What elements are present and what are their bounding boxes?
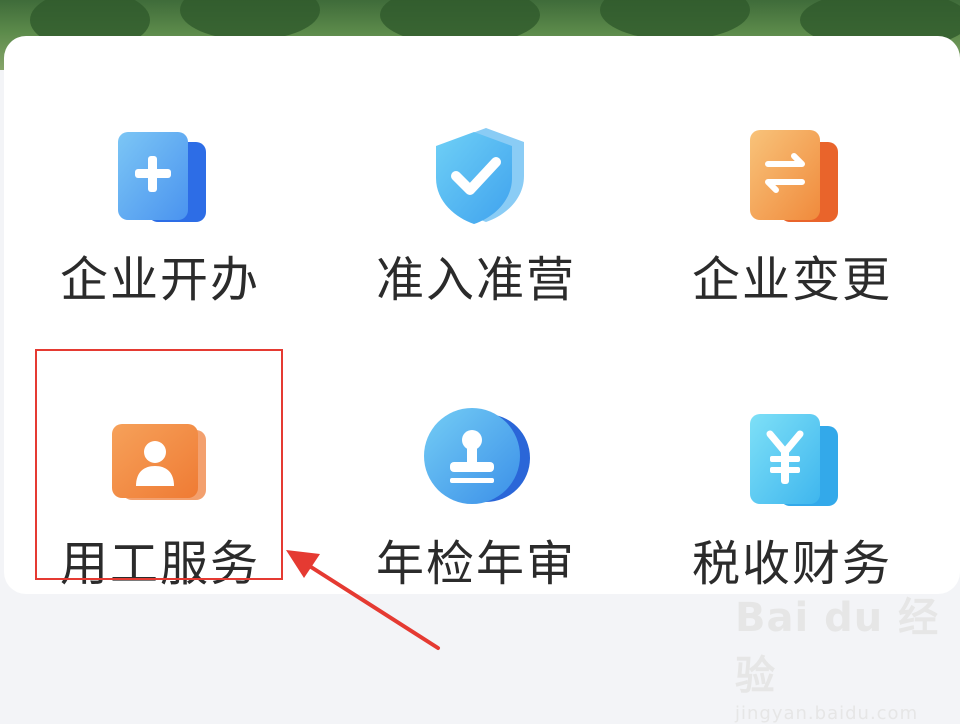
yuan-document-icon xyxy=(732,400,852,510)
baidu-jingyan-watermark: Bai du 经验 jingyan.baidu.com xyxy=(735,585,960,724)
tile-label: 税收财务 xyxy=(691,536,892,592)
watermark-url: jingyan.baidu.com xyxy=(735,703,919,724)
highlight-box xyxy=(35,349,283,580)
stamp-icon xyxy=(416,400,536,510)
add-document-icon xyxy=(100,116,220,226)
shield-check-icon xyxy=(416,116,536,226)
exchange-document-icon xyxy=(732,116,852,226)
tile-label: 企业开办 xyxy=(59,252,260,308)
tile-enterprise-setup[interactable]: 企业开办 xyxy=(10,66,310,304)
watermark-brand: Bai du 经验 xyxy=(735,595,940,699)
tile-enterprise-change[interactable]: 企业变更 xyxy=(642,66,942,304)
pointer-arrow xyxy=(286,550,440,650)
tile-label: 准入准营 xyxy=(375,252,576,308)
tile-tax-finance[interactable]: 税收财务 xyxy=(642,350,942,588)
tile-label: 企业变更 xyxy=(691,252,892,308)
tile-market-access[interactable]: 准入准营 xyxy=(326,66,626,304)
